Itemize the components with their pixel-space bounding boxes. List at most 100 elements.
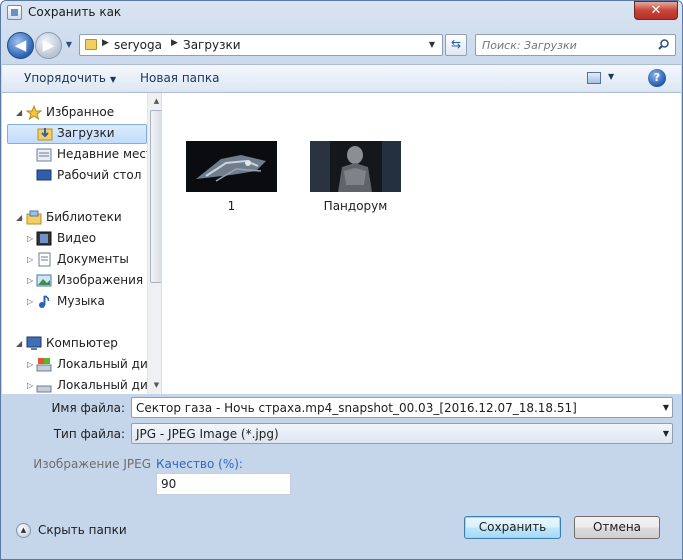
drive-icon [36,358,52,372]
navigation-pane[interactable]: ◢ Избранное Загрузки Недавние места Рабо… [2,93,162,394]
breadcrumb-separator-icon[interactable]: ▶ [102,38,109,48]
file-name: Пандорум [323,199,388,213]
expand-arrow-icon[interactable]: ▷ [27,297,33,306]
new-folder-button[interactable]: Новая папка [140,71,219,85]
filetype-select[interactable]: JPG - JPEG Image (*.jpg) ▼ [131,423,673,444]
music-icon [39,295,50,308]
title-bar: Сохранить как ✕ [1,1,682,25]
tree-label: Библиотеки [46,210,122,224]
back-button[interactable]: ◀ [7,32,34,59]
tree-item-local-disk-2[interactable]: ▷ Локальный диск [2,376,148,394]
help-button[interactable]: ? [648,69,666,87]
expand-arrow-icon[interactable]: ▷ [27,360,33,369]
refresh-button[interactable]: ⇆ [445,34,467,56]
chevron-down-icon[interactable]: ▼ [663,429,669,438]
chevron-down-icon[interactable]: ▼ [663,403,669,412]
expand-arrow-icon[interactable]: ◢ [16,339,22,348]
breadcrumb-downloads[interactable]: Загрузки [183,38,241,52]
tree-item-downloads[interactable]: Загрузки [7,124,147,144]
documents-icon [38,252,51,267]
browser-area: ◢ Избранное Загрузки Недавние места Рабо… [2,93,681,394]
filetype-label: Тип файла: [53,427,125,441]
filename-value: Сектор газа - Ночь страха.mp4_snapshot_0… [136,401,577,415]
quality-label: Качество (%): [156,457,243,471]
filetype-value: JPG - JPEG Image (*.jpg) [136,427,279,441]
tree-label: Музыка [57,294,105,308]
video-icon [36,231,52,246]
tree-item-computer[interactable]: ◢ Компьютер [2,334,148,354]
close-button[interactable]: ✕ [634,1,678,20]
organize-label: Упорядочить [24,71,106,85]
breadcrumb-seryoga[interactable]: seryoga [114,38,162,52]
tree-item-video[interactable]: ▷ Видео [2,229,148,249]
desktop-icon [36,169,52,181]
expand-arrow-icon[interactable]: ▷ [27,255,33,264]
tree-label: Видео [57,231,97,245]
jpeg-options-label: Изображение JPEG [33,457,151,471]
scroll-thumb[interactable] [150,110,161,283]
drive-icon [36,385,52,393]
tree-label: Недавние места [57,147,148,161]
file-list[interactable]: 1 Пандорум [164,93,681,394]
tree-item-local-disk[interactable]: ▷ Локальный диск [2,355,148,375]
tree-label: Документы [57,252,129,266]
downloads-folder-icon [37,128,53,141]
images-icon [36,274,52,287]
tree-item-libraries[interactable]: ◢ Библиотеки [2,208,148,228]
search-icon[interactable] [658,39,669,50]
scroll-up-icon[interactable]: ▲ [149,94,161,109]
filename-field[interactable]: Сектор газа - Ночь страха.mp4_snapshot_0… [131,397,673,418]
expand-arrow-icon[interactable]: ◢ [16,108,22,117]
tree-label: Загрузки [57,126,115,140]
tree-label: Локальный диск [57,357,148,371]
tree-label: Изображения [57,273,144,287]
organize-button[interactable]: Упорядочить ▼ [24,71,116,85]
search-input[interactable] [482,38,652,53]
view-options-icon[interactable] [587,72,601,84]
libraries-icon [26,210,42,225]
save-button[interactable]: Сохранить [464,516,561,539]
computer-icon [26,336,42,350]
file-name: 1 [227,199,236,213]
command-bar: Упорядочить ▼ Новая папка ▼ ? [2,64,681,93]
app-icon [7,5,22,20]
tree-label: Избранное [46,105,115,119]
file-item[interactable]: Пандорум [298,141,408,221]
folder-icon [85,39,97,50]
tree-label: Компьютер [46,336,118,350]
history-dropdown-icon[interactable]: ▼ [63,39,75,51]
quality-input[interactable] [156,473,291,495]
tree-item-favorites[interactable]: ◢ Избранное [2,103,148,123]
scroll-down-icon[interactable]: ▼ [149,378,161,393]
recent-places-icon [36,148,52,162]
search-box[interactable] [475,34,676,56]
expand-arrow-icon[interactable]: ◢ [16,213,22,222]
tree-item-recent[interactable]: Недавние места [2,145,148,165]
filename-label: Имя файла: [51,401,125,415]
nav-pane-scrollbar[interactable]: ▲ ▼ [147,93,161,394]
save-as-dialog: Сохранить как ✕ ◀ ▶ ▼ ▶ seryoga ▶ Загруз… [0,0,683,560]
tree-label: Локальный диск [57,378,148,392]
expand-arrow-icon[interactable]: ▷ [27,234,33,243]
address-bar[interactable]: ▶ seryoga ▶ Загрузки ▼ [79,34,443,56]
expand-arrow-icon[interactable]: ▷ [27,381,33,390]
file-thumbnail [186,141,277,192]
file-thumbnail [310,141,401,192]
star-icon [26,105,42,120]
expand-arrow-icon[interactable]: ▷ [27,276,33,285]
chevron-down-icon[interactable]: ▼ [424,37,440,53]
breadcrumb-separator-icon[interactable]: ▶ [171,38,178,48]
chevron-up-icon: ▲ [16,523,31,538]
chevron-down-icon: ▼ [109,75,117,84]
tree-label: Рабочий стол [57,168,142,182]
tree-item-documents[interactable]: ▷ Документы [2,250,148,270]
tree-item-music[interactable]: ▷ Музыка [2,292,148,312]
tree-item-desktop[interactable]: Рабочий стол [2,166,148,186]
forward-button[interactable]: ▶ [35,32,62,59]
file-item[interactable]: 1 [174,141,284,221]
tree-item-images[interactable]: ▷ Изображения [2,271,148,291]
window-title: Сохранить как [28,5,122,19]
chevron-down-icon[interactable]: ▼ [608,72,614,81]
cancel-button[interactable]: Отмена [574,516,660,539]
hide-folders-label: Скрыть папки [38,523,127,537]
